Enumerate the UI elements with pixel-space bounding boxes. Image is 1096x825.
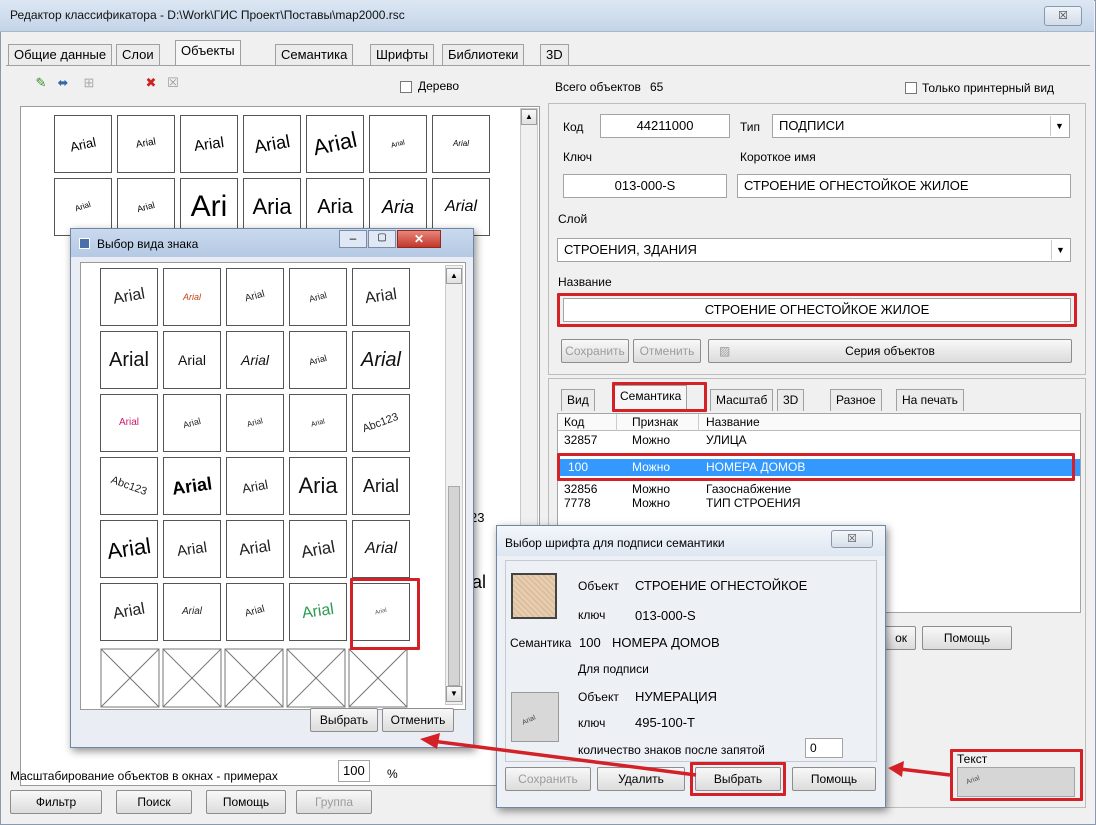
- arrow-to-sign-dialog: [431, 739, 697, 777]
- annotation-arrows: [420, 733, 951, 777]
- arrowhead: [888, 761, 904, 777]
- arrowhead: [420, 733, 440, 749]
- arrow-to-font-dialog: [899, 767, 951, 777]
